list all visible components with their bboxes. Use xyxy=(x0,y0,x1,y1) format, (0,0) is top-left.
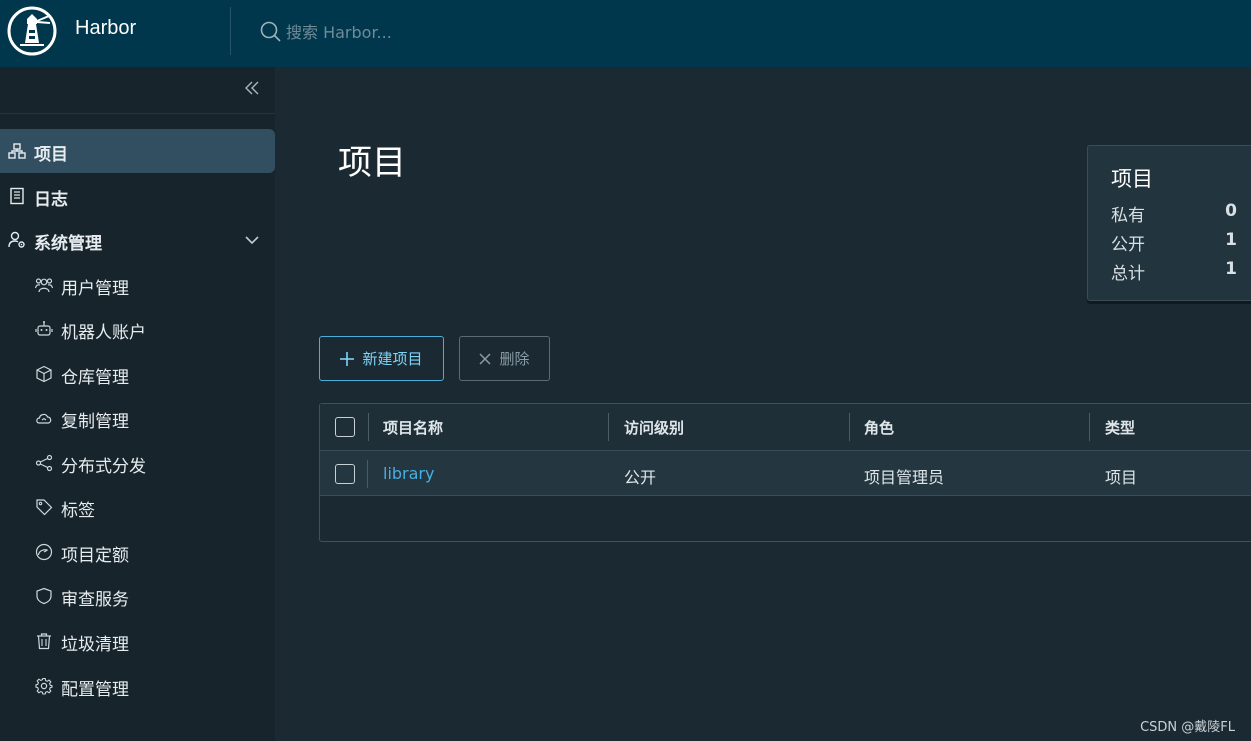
role-cell: 项目管理员 xyxy=(864,468,945,487)
projects-table: 项目名称 访问级别 角色 类型 library 公开 项目管理员 项目 xyxy=(319,403,1251,542)
table-header: 项目名称 访问级别 角色 类型 xyxy=(320,404,1251,450)
row-divider xyxy=(367,460,368,488)
summary-value: 1 xyxy=(1225,259,1237,279)
sidebar: 项目 日志 系统管理 用户管理 机器人账户 仓库管理 复制管理 分布式分发 标签… xyxy=(0,67,275,741)
select-all-checkbox[interactable] xyxy=(335,417,355,437)
cloud-sync-icon xyxy=(36,413,52,424)
column-header-access[interactable]: 访问级别 xyxy=(624,417,684,438)
plus-icon xyxy=(340,351,355,366)
trash-icon xyxy=(37,633,51,650)
gear-icon xyxy=(35,677,53,695)
box-icon xyxy=(36,365,52,383)
sidebar-item-label: 审查服务 xyxy=(61,590,129,610)
sidebar-item-label: 垃圾清理 xyxy=(61,635,129,655)
admin-user-gear-icon xyxy=(8,231,25,248)
collapse-sidebar-icon[interactable] xyxy=(243,79,261,97)
sidebar-item-label: 日志 xyxy=(34,190,68,210)
summary-value: 1 xyxy=(1225,230,1237,250)
sidebar-item-administration[interactable]: 系统管理 xyxy=(0,218,275,262)
search-icon xyxy=(260,21,281,42)
project-summary-card: 项目 私有 0 公开 1 总计 1 xyxy=(1087,145,1251,301)
summary-label: 总计 xyxy=(1111,264,1145,284)
header-divider xyxy=(230,7,231,55)
app-title[interactable]: Harbor xyxy=(75,17,136,40)
new-project-button[interactable]: 新建项目 xyxy=(319,336,444,381)
row-checkbox[interactable] xyxy=(335,464,355,484)
summary-label: 私有 xyxy=(1111,206,1145,226)
sidebar-item-label: 仓库管理 xyxy=(61,368,129,388)
gauge-icon xyxy=(35,543,53,561)
sidebar-item-users[interactable]: 用户管理 xyxy=(0,263,275,307)
column-divider[interactable] xyxy=(1089,413,1090,441)
access-level-cell: 公开 xyxy=(624,468,657,487)
sidebar-item-project-quotas[interactable]: 项目定额 xyxy=(0,530,275,574)
summary-title: 项目 xyxy=(1111,167,1153,191)
sidebar-item-replications[interactable]: 复制管理 xyxy=(0,396,275,440)
table-row: library 公开 项目管理员 项目 xyxy=(320,450,1251,496)
page-title: 项目 xyxy=(338,143,406,183)
sidebar-item-label: 项目 xyxy=(34,145,68,165)
sidebar-item-label: 项目定额 xyxy=(61,546,129,566)
sidebar-item-labels[interactable]: 标签 xyxy=(0,485,275,529)
sidebar-item-interrogation-services[interactable]: 审查服务 xyxy=(0,574,275,618)
sidebar-item-label: 系统管理 xyxy=(34,234,102,254)
shield-icon xyxy=(36,587,52,605)
column-divider[interactable] xyxy=(849,413,850,441)
robot-icon xyxy=(35,321,53,336)
tag-icon xyxy=(36,499,53,516)
summary-value: 0 xyxy=(1225,201,1237,221)
column-header-name[interactable]: 项目名称 xyxy=(383,417,443,438)
close-icon xyxy=(479,352,492,365)
sidebar-item-label: 机器人账户 xyxy=(61,323,146,343)
sidebar-item-label: 标签 xyxy=(61,501,95,521)
summary-row-total: 总计 1 xyxy=(1111,259,1237,284)
sidebar-item-label: 用户管理 xyxy=(61,279,129,299)
harbor-logo-icon[interactable] xyxy=(7,6,57,56)
sidebar-divider xyxy=(0,113,275,114)
sidebar-item-robot-accounts[interactable]: 机器人账户 xyxy=(0,307,275,351)
column-header-role[interactable]: 角色 xyxy=(864,417,894,438)
project-name-link[interactable]: library xyxy=(383,464,434,483)
summary-row-private: 私有 0 xyxy=(1111,201,1237,226)
new-project-label: 新建项目 xyxy=(362,351,423,368)
sidebar-item-logs[interactable]: 日志 xyxy=(0,174,275,218)
delete-button[interactable]: 删除 xyxy=(459,336,550,381)
sidebar-item-projects[interactable]: 项目 xyxy=(0,129,275,173)
sidebar-item-label: 配置管理 xyxy=(61,680,129,700)
watermark: CSDN @戴陵FL xyxy=(1140,720,1235,735)
share-icon xyxy=(35,454,53,472)
sidebar-item-registries[interactable]: 仓库管理 xyxy=(0,352,275,396)
sidebar-item-label: 分布式分发 xyxy=(61,457,146,477)
delete-label: 删除 xyxy=(499,351,530,368)
column-divider[interactable] xyxy=(608,413,609,441)
summary-label: 公开 xyxy=(1111,235,1145,255)
project-icon xyxy=(8,143,26,159)
global-search[interactable] xyxy=(260,19,560,45)
log-icon xyxy=(10,187,24,205)
users-icon xyxy=(35,278,53,293)
sidebar-item-configuration[interactable]: 配置管理 xyxy=(0,664,275,708)
sidebar-item-distributions[interactable]: 分布式分发 xyxy=(0,441,275,485)
search-input[interactable] xyxy=(286,22,546,42)
summary-row-public: 公开 1 xyxy=(1111,230,1237,255)
chevron-down-icon[interactable] xyxy=(245,234,259,246)
sidebar-item-label: 复制管理 xyxy=(61,412,129,432)
column-divider[interactable] xyxy=(368,413,369,441)
type-cell: 项目 xyxy=(1105,468,1138,487)
column-header-type[interactable]: 类型 xyxy=(1105,417,1135,438)
top-header: Harbor xyxy=(0,0,1251,67)
sidebar-item-garbage-collection[interactable]: 垃圾清理 xyxy=(0,619,275,663)
